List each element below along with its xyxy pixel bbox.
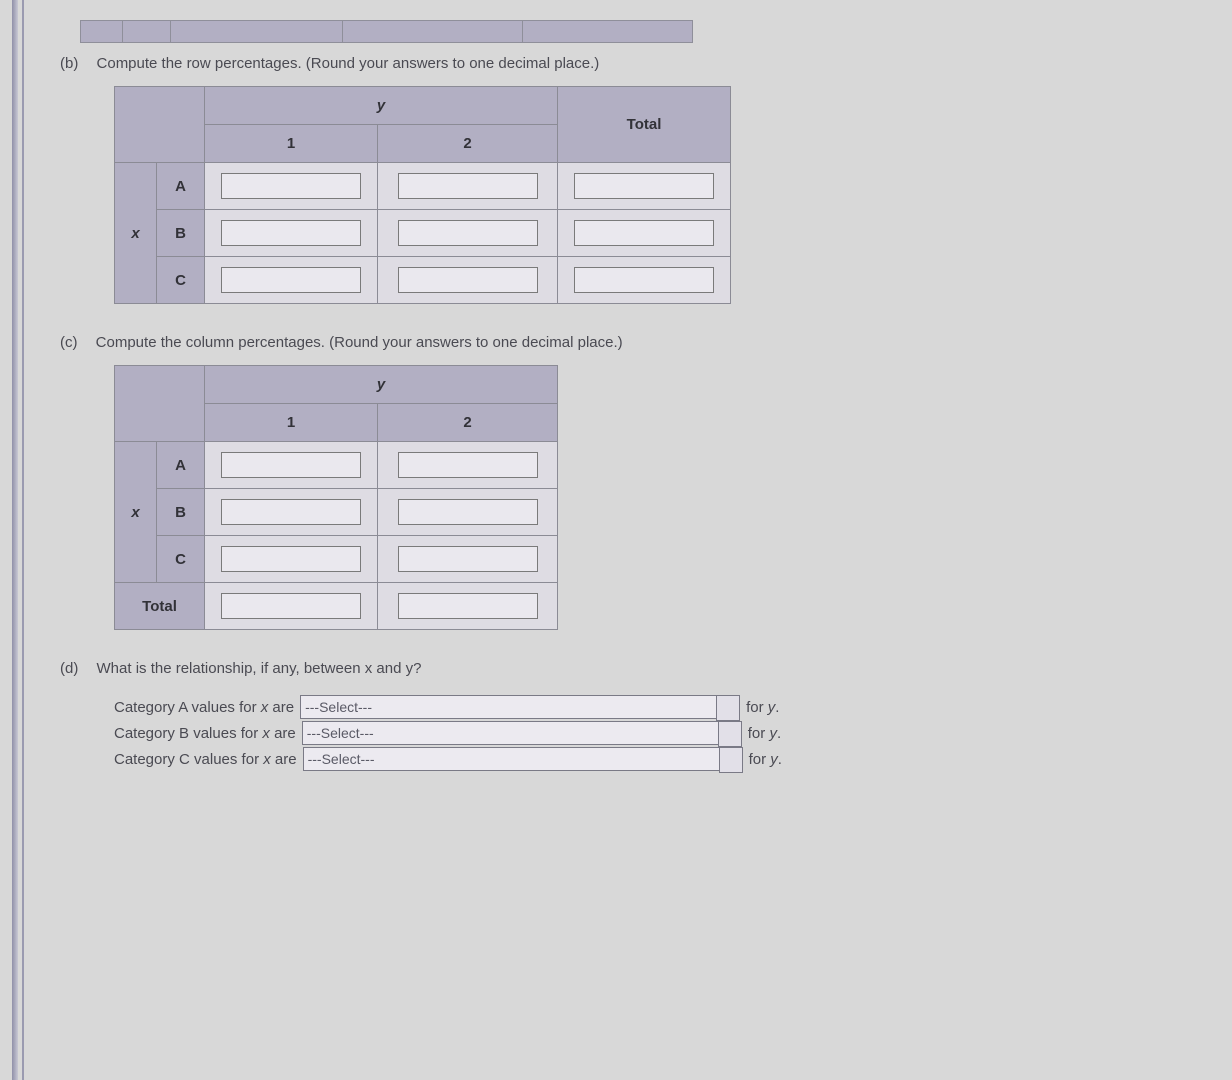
part-c-prompt: Compute the column percentages. (Round y… xyxy=(96,334,623,351)
total-header: Total xyxy=(558,87,731,163)
window-edge-decoration xyxy=(12,0,18,1080)
part-b-heading: (b) Compute the row percentages. (Round … xyxy=(60,55,1232,72)
d-line-c-pre1: Category C values for xyxy=(114,751,263,768)
window-edge-line xyxy=(22,0,24,1080)
y-header-c: y xyxy=(205,366,558,404)
x-header-c: x xyxy=(115,442,157,583)
previous-table-fragment xyxy=(80,20,1232,43)
d-line-c-pre2: are xyxy=(271,751,297,768)
col2-header: 2 xyxy=(378,125,558,163)
part-b-section: (b) Compute the row percentages. (Round … xyxy=(60,55,1232,304)
d-line-a-pre: Category A values for x are xyxy=(114,699,294,716)
d-line-c-post1: for xyxy=(749,751,771,768)
input-c-c2[interactable] xyxy=(398,546,538,572)
input-b-a-total[interactable] xyxy=(574,173,714,199)
d-select-b-wrap: ---Select--- xyxy=(302,721,742,745)
part-d-prompt: What is the relationship, if any, betwee… xyxy=(97,660,422,677)
d-prompt-t2: and xyxy=(372,660,405,677)
part-d-section: (d) What is the relationship, if any, be… xyxy=(60,660,1232,771)
part-d-lines: Category A values for x are ---Select---… xyxy=(114,695,1232,771)
d-select-a[interactable]: ---Select--- xyxy=(300,695,740,719)
d-select-b[interactable]: ---Select--- xyxy=(302,721,742,745)
input-c-a1[interactable] xyxy=(221,452,361,478)
d-line-a-post2: . xyxy=(775,699,779,716)
input-b-b-total[interactable] xyxy=(574,220,714,246)
row-b-label: B xyxy=(157,210,205,257)
input-c-c1[interactable] xyxy=(221,546,361,572)
x-header: x xyxy=(115,163,157,304)
col1-header: 1 xyxy=(205,125,378,163)
part-c-section: (c) Compute the column percentages. (Rou… xyxy=(60,334,1232,630)
row-c-label-c: C xyxy=(157,536,205,583)
input-c-total1[interactable] xyxy=(221,593,361,619)
part-d-heading: (d) What is the relationship, if any, be… xyxy=(60,660,1232,677)
col1-header-c: 1 xyxy=(205,404,378,442)
d-line-c-var: x xyxy=(263,751,271,768)
input-b-b2[interactable] xyxy=(398,220,538,246)
d-line-a-post1: for xyxy=(746,699,768,716)
input-c-a2[interactable] xyxy=(398,452,538,478)
d-line-b-post1: for xyxy=(748,725,770,742)
row-a-label: A xyxy=(157,163,205,210)
d-line-b: Category B values for x are ---Select---… xyxy=(114,721,1232,745)
input-b-c-total[interactable] xyxy=(574,267,714,293)
d-line-b-pre2: are xyxy=(270,725,296,742)
input-b-c1[interactable] xyxy=(221,267,361,293)
y-header: y xyxy=(205,87,558,125)
col2-header-c: 2 xyxy=(378,404,558,442)
d-line-b-pre1: Category B values for xyxy=(114,725,262,742)
column-percentages-table: y 1 2 x A B C Total xyxy=(114,365,558,630)
input-b-c2[interactable] xyxy=(398,267,538,293)
d-line-c-postvar: y xyxy=(770,751,778,768)
row-percentages-table: y Total 1 2 x A B C xyxy=(114,86,731,304)
part-c-heading: (c) Compute the column percentages. (Rou… xyxy=(60,334,1232,351)
d-line-b-pre: Category B values for x are xyxy=(114,725,296,742)
input-b-a1[interactable] xyxy=(221,173,361,199)
table-corner-c xyxy=(115,366,205,442)
d-prompt-t3: ? xyxy=(413,660,421,677)
d-select-a-wrap: ---Select--- xyxy=(300,695,740,719)
d-line-c-pre: Category C values for x are xyxy=(114,751,297,768)
d-line-a: Category A values for x are ---Select---… xyxy=(114,695,1232,719)
d-line-c: Category C values for x are ---Select---… xyxy=(114,747,1232,771)
input-b-b1[interactable] xyxy=(221,220,361,246)
input-c-b2[interactable] xyxy=(398,499,538,525)
row-a-label-c: A xyxy=(157,442,205,489)
d-select-c-wrap: ---Select--- xyxy=(303,747,743,771)
total-row-label: Total xyxy=(115,583,205,630)
d-line-c-post2: . xyxy=(778,751,782,768)
d-prompt-y: y xyxy=(406,660,414,677)
part-b-prompt: Compute the row percentages. (Round your… xyxy=(97,55,600,72)
part-c-label: (c) xyxy=(60,334,92,351)
row-b-label-c: B xyxy=(157,489,205,536)
part-b-label: (b) xyxy=(60,55,92,72)
input-c-total2[interactable] xyxy=(398,593,538,619)
d-line-b-post2: . xyxy=(777,725,781,742)
input-b-a2[interactable] xyxy=(398,173,538,199)
d-line-c-post: for y. xyxy=(749,751,782,768)
d-line-b-post: for y. xyxy=(748,725,781,742)
d-line-b-var: x xyxy=(262,725,270,742)
row-c-label: C xyxy=(157,257,205,304)
d-select-c[interactable]: ---Select--- xyxy=(303,747,743,771)
d-line-b-postvar: y xyxy=(769,725,777,742)
input-c-b1[interactable] xyxy=(221,499,361,525)
d-line-a-pre1: Category A values for xyxy=(114,699,261,716)
d-prompt-t1: What is the relationship, if any, betwee… xyxy=(97,660,365,677)
d-line-a-post: for y. xyxy=(746,699,779,716)
part-d-label: (d) xyxy=(60,660,92,677)
d-line-a-pre2: are xyxy=(268,699,294,716)
table-corner xyxy=(115,87,205,163)
